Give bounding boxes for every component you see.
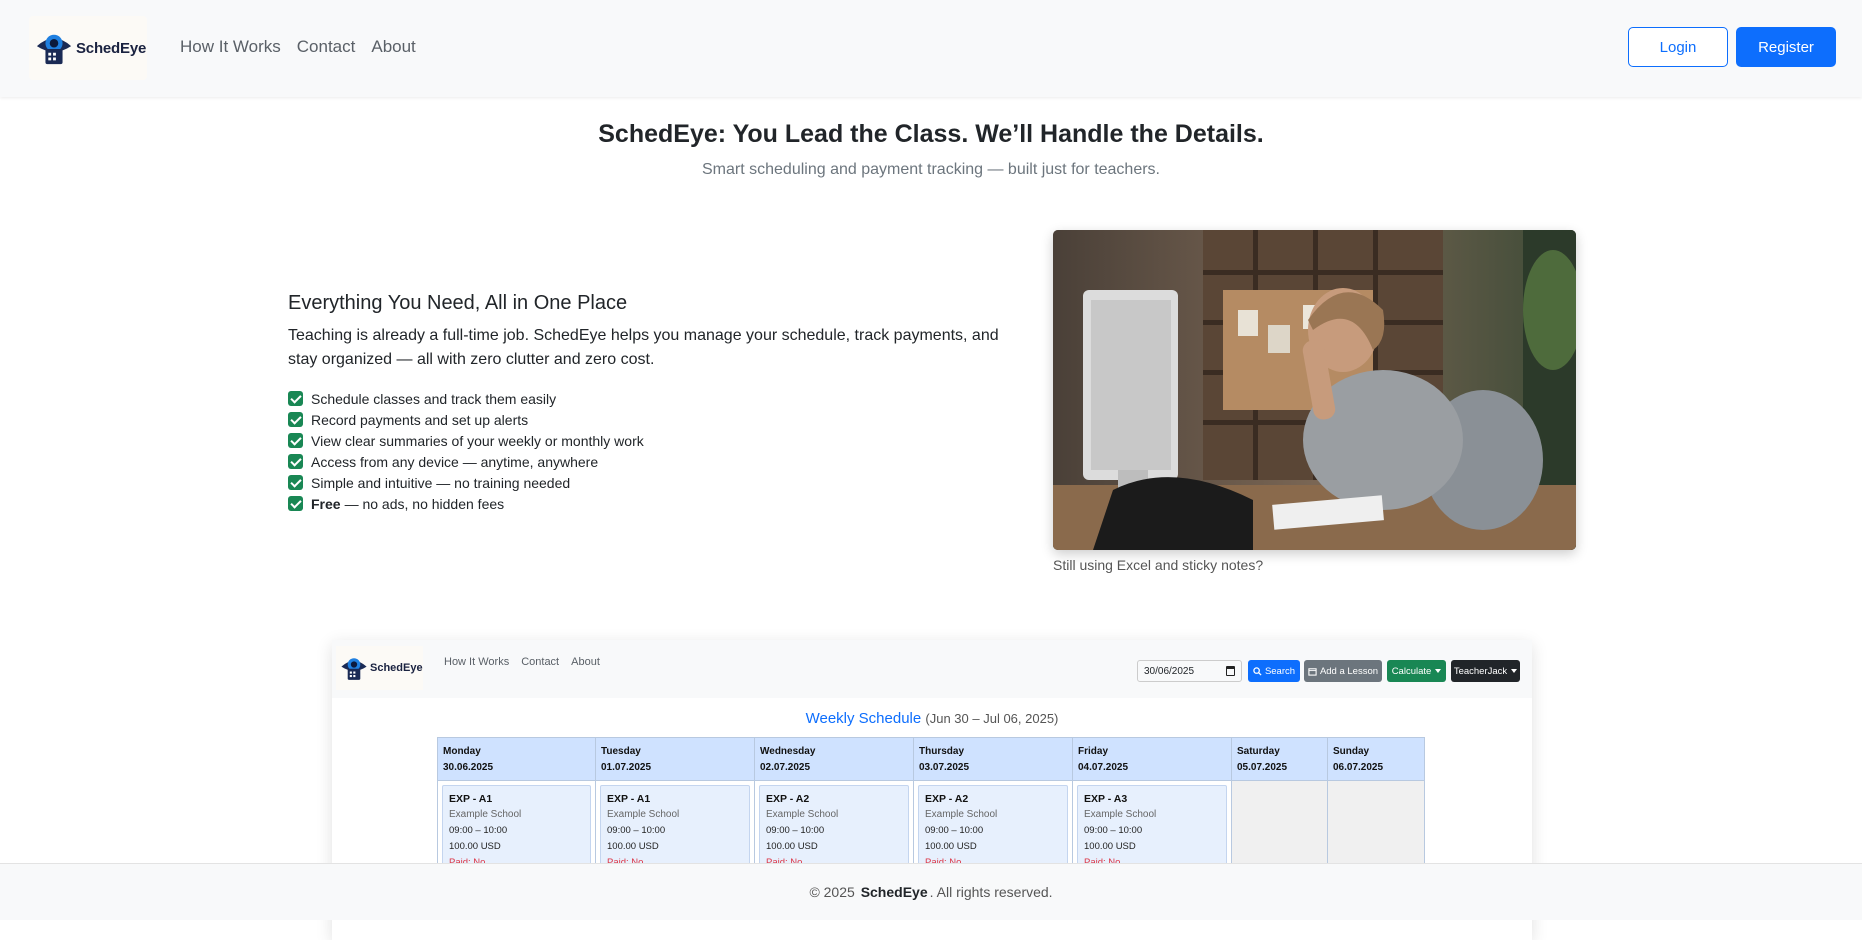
day-header: Wednesday 02.07.2025	[755, 737, 913, 781]
features-title: Everything You Need, All in One Place	[288, 292, 628, 314]
day-header: Friday 04.07.2025	[1073, 737, 1231, 781]
checkbox-checked-icon	[288, 433, 303, 448]
login-button[interactable]: Login	[1628, 27, 1728, 67]
day-header: Monday 30.06.2025	[438, 737, 595, 781]
day-header: Sunday 06.07.2025	[1328, 737, 1424, 781]
day-header: Saturday 05.07.2025	[1232, 737, 1327, 781]
checkbox-checked-icon	[288, 391, 303, 406]
calendar-icon	[1226, 666, 1235, 676]
caret-down-icon	[1511, 669, 1518, 673]
hero-photo	[1053, 230, 1576, 550]
preview-add-lesson-button: Add a Lesson	[1304, 660, 1382, 682]
feature-item: Access from any device — anytime, anywhe…	[288, 451, 644, 472]
nav-link-about[interactable]: About	[371, 37, 415, 57]
brand-logo[interactable]: SchedEye	[29, 16, 147, 80]
eye-calendar-logo-icon	[341, 658, 367, 680]
feature-item: Record payments and set up alerts	[288, 409, 644, 430]
nav-link-how-it-works[interactable]: How It Works	[180, 37, 281, 57]
preview-link-how-it-works: How It Works	[444, 656, 510, 668]
checkbox-checked-icon	[288, 412, 303, 427]
calendar-plus-icon	[1308, 667, 1317, 676]
day-header: Thursday 03.07.2025	[914, 737, 1072, 781]
hero-subtitle: Smart scheduling and payment tracking — …	[702, 161, 1160, 178]
preview-brand-name: SchedEye	[370, 662, 423, 674]
preview-navbar: SchedEye How It Works Contact About 30/0…	[332, 640, 1532, 698]
feature-item: Simple and intuitive — no training neede…	[288, 472, 644, 493]
feature-item: Schedule classes and track them easily	[288, 388, 644, 409]
preview-brand-logo: SchedEye	[336, 646, 423, 690]
preview-user-dropdown: TeacherJack	[1451, 660, 1520, 682]
page-footer: © 2025 SchedEye. All rights reserved.	[0, 863, 1862, 920]
footer-brand: SchedEye	[860, 884, 928, 900]
nav-links: How It Works Contact About	[180, 37, 416, 57]
weekly-schedule-heading: Weekly Schedule (Jun 30 – Jul 06, 2025)	[805, 710, 1059, 727]
checkbox-checked-icon	[288, 454, 303, 469]
photo-caption: Still using Excel and sticky notes?	[1053, 557, 1264, 573]
top-navbar: SchedEye How It Works Contact About Logi…	[0, 0, 1862, 97]
eye-calendar-logo-icon	[36, 34, 72, 65]
hero-title: SchedEye: You Lead the Class. We’ll Hand…	[598, 120, 1264, 148]
preview-nav-links: How It Works Contact About	[444, 656, 600, 668]
caret-down-icon	[1435, 669, 1442, 673]
preview-search-button: Search	[1248, 660, 1300, 682]
stressed-teacher-photo	[1053, 230, 1576, 550]
features-list: Schedule classes and track them easily R…	[288, 388, 644, 514]
features-description: Teaching is already a full-time job. Sch…	[288, 327, 999, 368]
preview-calculate-dropdown: Calculate	[1387, 660, 1446, 682]
brand-name: SchedEye	[76, 39, 147, 57]
preview-link-contact: Contact	[521, 656, 560, 668]
feature-item: Free — no ads, no hidden fees	[288, 493, 644, 514]
feature-item: View clear summaries of your weekly or m…	[288, 430, 644, 451]
day-header: Tuesday 01.07.2025	[596, 737, 754, 781]
preview-link-about: About	[571, 656, 600, 668]
preview-date-input: 30/06/2025	[1137, 660, 1242, 682]
checkbox-checked-icon	[288, 496, 303, 511]
nav-link-contact[interactable]: Contact	[297, 37, 356, 57]
register-button[interactable]: Register	[1736, 27, 1836, 67]
checkbox-checked-icon	[288, 475, 303, 490]
search-icon	[1253, 666, 1262, 676]
